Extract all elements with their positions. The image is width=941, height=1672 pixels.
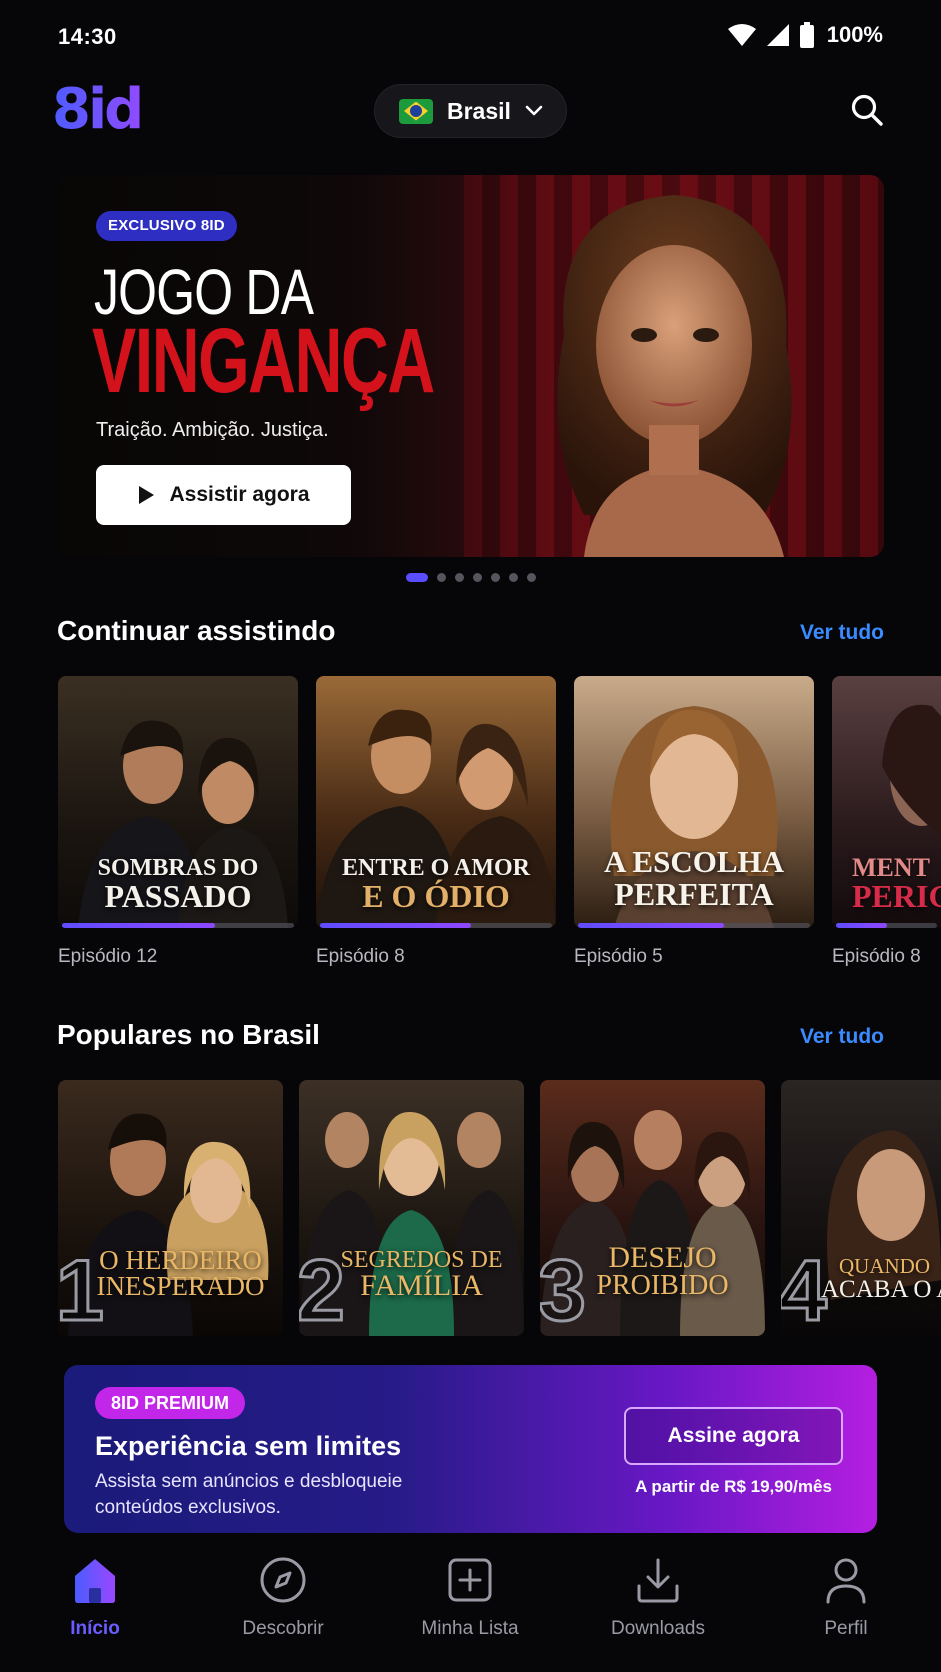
- wifi-icon: [727, 24, 756, 46]
- country-label: Brasil: [447, 97, 511, 124]
- signal-icon: [766, 24, 789, 46]
- bottom-navigation: Início Descobrir Minha Lista Downloads P…: [0, 1540, 941, 1672]
- continue-card[interactable]: A ESCOLHA PERFEITA: [574, 676, 814, 928]
- continue-watching-see-all[interactable]: Ver tudo: [800, 621, 884, 645]
- subscribe-button[interactable]: Assine agora: [624, 1407, 843, 1465]
- add-list-icon: [444, 1554, 496, 1606]
- search-icon: [851, 94, 883, 126]
- play-icon: [139, 486, 155, 504]
- episode-label: Episódio 8: [832, 946, 921, 967]
- nav-item-downloads[interactable]: Downloads: [578, 1554, 738, 1640]
- popular-see-all[interactable]: Ver tudo: [800, 1025, 884, 1049]
- episode-label: Episódio 12: [58, 946, 158, 967]
- nav-label: Downloads: [611, 1618, 705, 1639]
- popular-card[interactable]: DESEJO PROIBIDO 3: [540, 1080, 765, 1336]
- premium-title: Experiência sem limites: [95, 1431, 402, 1461]
- carousel-dot[interactable]: [436, 573, 446, 582]
- episode-label: Episódio 5: [574, 946, 663, 967]
- home-icon: [69, 1554, 121, 1606]
- progress-bar: [578, 923, 810, 928]
- status-time: 14:30: [58, 24, 117, 49]
- hero-title-line2: VINGANÇA: [92, 310, 435, 412]
- carousel-dot[interactable]: [454, 573, 464, 582]
- progress-bar: [62, 923, 294, 928]
- premium-description: Assista sem anúncios e desbloqueie conte…: [95, 1471, 403, 1518]
- status-bar: 14:30 100%: [0, 0, 941, 74]
- carousel-dot[interactable]: [472, 573, 482, 582]
- rank-number: 4: [781, 1243, 828, 1336]
- hero-banner[interactable]: EXCLUSIVO 8ID JOGO DA VINGANÇA Traição. …: [58, 175, 884, 557]
- download-icon: [632, 1554, 684, 1606]
- cover-title-line1: A ESCOLHA: [603, 844, 785, 879]
- carousel-dot[interactable]: [508, 573, 518, 582]
- premium-badge: 8ID PREMIUM: [95, 1387, 246, 1419]
- app-logo[interactable]: 8id: [52, 80, 144, 140]
- rank-number: 3: [540, 1243, 587, 1336]
- rank-number: 1: [58, 1243, 105, 1336]
- progress-bar: [320, 923, 552, 928]
- carousel-dot[interactable]: [490, 573, 500, 582]
- nav-item-home[interactable]: Início: [15, 1554, 175, 1640]
- cover-title-line2: PROIBIDO: [596, 1270, 729, 1301]
- nav-item-profile[interactable]: Perfil: [766, 1554, 926, 1640]
- carousel-indicator: [0, 573, 941, 582]
- battery-icon: [799, 22, 814, 48]
- hero-tagline: Traição. Ambição. Justiça.: [96, 419, 329, 441]
- cover-title-line1: DESEJO: [608, 1241, 717, 1274]
- cover-title-line2: INESPERADO: [96, 1271, 265, 1301]
- premium-price: A partir de R$ 19,90/mês: [635, 1477, 832, 1496]
- compass-icon: [257, 1554, 309, 1606]
- battery-level: 100%: [826, 22, 883, 47]
- nav-label: Minha Lista: [421, 1618, 519, 1639]
- cover-title-line2: PERIG: [852, 878, 941, 914]
- country-selector[interactable]: Brasil: [374, 84, 567, 138]
- app-header: 8id Brasil: [0, 78, 941, 144]
- continue-card[interactable]: MENT PERIG: [832, 676, 941, 928]
- nav-label: Descobrir: [242, 1618, 324, 1639]
- premium-banner: 8ID PREMIUM Experiência sem limites Assi…: [64, 1365, 877, 1533]
- rank-number: 2: [299, 1243, 346, 1336]
- popular-title: Populares no Brasil: [57, 1019, 320, 1050]
- exclusive-badge: EXCLUSIVO 8ID: [96, 211, 237, 241]
- nav-item-my-list[interactable]: Minha Lista: [390, 1554, 550, 1640]
- watch-now-label: Assistir agora: [169, 483, 310, 506]
- cover-title-line2: PASSADO: [104, 878, 252, 914]
- episode-label: Episódio 8: [316, 946, 405, 967]
- status-icons: 100%: [727, 22, 883, 48]
- progress-bar: [836, 923, 937, 928]
- brazil-flag-icon: [399, 98, 433, 124]
- continue-card[interactable]: ENTRE O AMOR E O ÓDIO: [316, 676, 556, 928]
- cover-title-line1: O HERDEIRO: [99, 1245, 262, 1275]
- cover-title-line2: FAMÍLIA: [360, 1269, 483, 1302]
- continue-card[interactable]: SOMBRAS DO PASSADO: [58, 676, 298, 928]
- carousel-dot[interactable]: [526, 573, 536, 582]
- nav-label: Início: [70, 1618, 120, 1639]
- cover-title-line2: ACABA O A: [821, 1276, 941, 1303]
- search-button[interactable]: [845, 88, 889, 132]
- popular-card[interactable]: SEGREDOS DE FAMÍLIA 2: [299, 1080, 524, 1336]
- profile-icon: [820, 1554, 872, 1606]
- nav-item-discover[interactable]: Descobrir: [203, 1554, 363, 1640]
- nav-label: Perfil: [824, 1618, 868, 1639]
- continue-watching-title: Continuar assistindo: [57, 615, 336, 646]
- popular-card[interactable]: O HERDEIRO INESPERADO 1: [58, 1080, 283, 1336]
- chevron-down-icon: [525, 105, 543, 116]
- watch-now-button[interactable]: Assistir agora: [96, 465, 351, 525]
- cover-title-line2: PERFEITA: [614, 876, 774, 912]
- cover-title-line2: E O ÓDIO: [362, 878, 510, 914]
- popular-card[interactable]: QUANDO ACABA O A 4: [781, 1080, 941, 1336]
- carousel-dot[interactable]: [405, 573, 428, 582]
